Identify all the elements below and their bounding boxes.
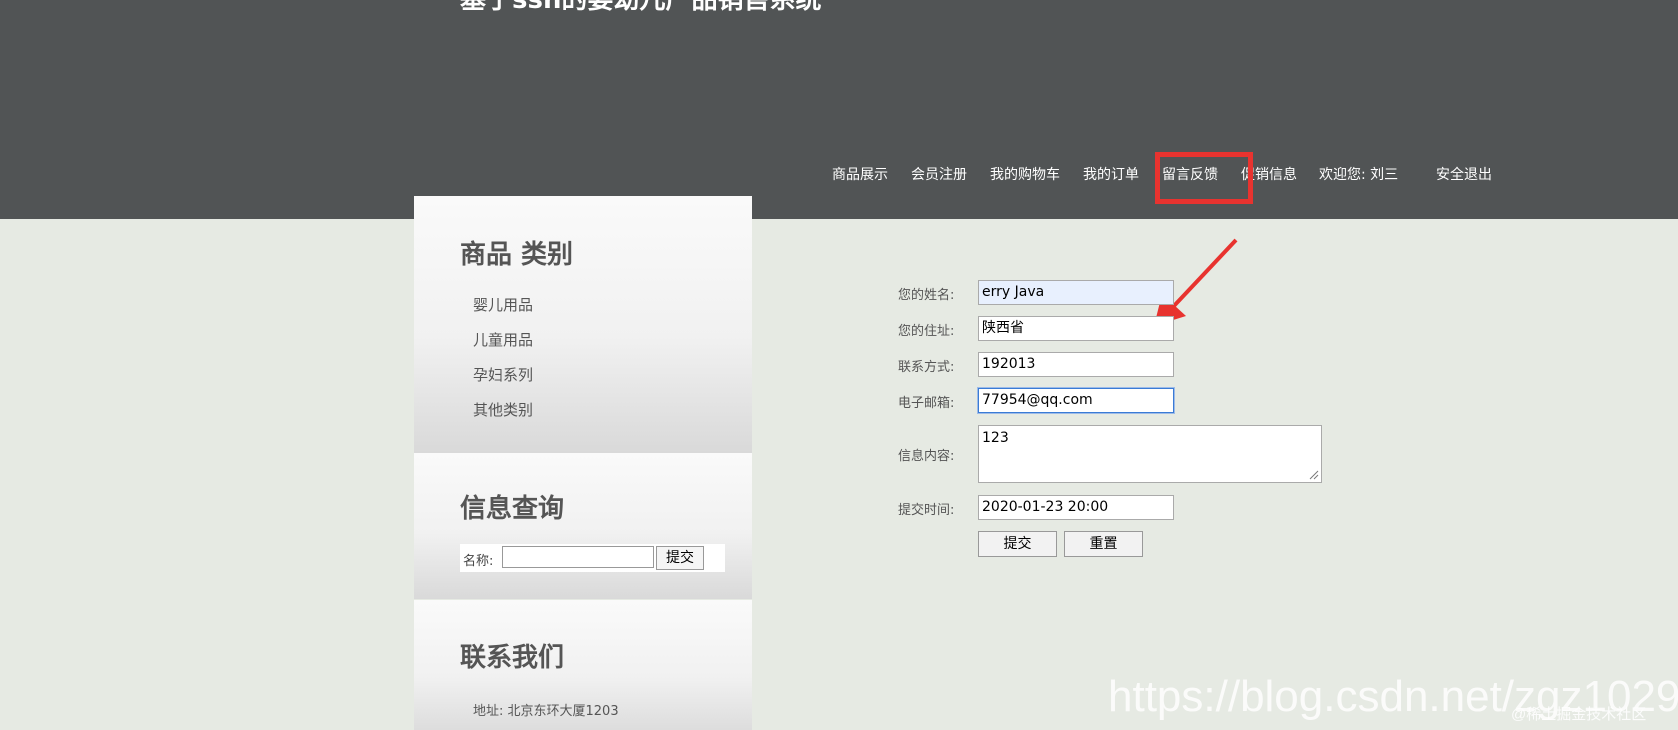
category-panel-title: 商品 类别 [460, 240, 574, 270]
resize-grip-icon[interactable] [1309, 470, 1319, 480]
site-header: 基于ssh的婴幼儿产品销售系统 商品展示 会员注册 我的购物车 我的订单 留言反… [0, 0, 1678, 219]
contact-panel-title: 联系我们 [460, 643, 565, 673]
address-input[interactable]: 陕西省 [978, 316, 1174, 341]
sidebar: 商品 类别 婴儿用品 儿童用品 孕妇系列 其他类别 信息查询 名称: 提交 联系… [414, 196, 752, 730]
nav-products[interactable]: 商品展示 [832, 164, 888, 186]
phone-label: 联系方式: [898, 360, 955, 375]
category-item-other[interactable]: 其他类别 [473, 399, 533, 420]
category-item-baby[interactable]: 婴儿用品 [473, 294, 533, 315]
phone-input[interactable]: 192013 [978, 352, 1174, 377]
submit-button[interactable]: 提交 [978, 531, 1057, 557]
annotation-highlight-box [1155, 152, 1253, 204]
watermark-community: @稀土掘金技术社区 [1511, 706, 1647, 723]
nav-register[interactable]: 会员注册 [911, 164, 967, 186]
email-label: 电子邮箱: [898, 396, 955, 411]
search-row: 名称: 提交 [460, 544, 725, 572]
address-label: 您的住址: [898, 324, 955, 339]
category-item-children[interactable]: 儿童用品 [473, 329, 533, 350]
name-label: 您的姓名: [898, 288, 955, 303]
main-nav: 商品展示 会员注册 我的购物车 我的订单 留言反馈 促销信息 欢迎您: 刘三 安… [0, 164, 1678, 186]
search-submit-button[interactable]: 提交 [656, 546, 704, 570]
search-label: 名称: [463, 554, 494, 569]
search-panel-title: 信息查询 [460, 494, 565, 524]
name-input[interactable]: erry Java [978, 280, 1174, 305]
site-title: 基于ssh的婴幼儿产品销售系统 [460, 0, 822, 15]
contact-address: 地址: 北京东环大厦1203 [473, 704, 619, 719]
content-text: 123 [982, 430, 1009, 446]
category-panel: 商品 类别 婴儿用品 儿童用品 孕妇系列 其他类别 [414, 196, 752, 453]
search-name-input[interactable] [502, 546, 654, 568]
welcome-user: 欢迎您: 刘三 [1319, 167, 1399, 183]
time-input[interactable]: 2020-01-23 20:00 [978, 495, 1174, 520]
contact-panel: 联系我们 地址: 北京东环大厦1203 [414, 600, 752, 730]
content-textarea[interactable]: 123 [978, 425, 1322, 483]
nav-logout[interactable]: 安全退出 [1436, 164, 1492, 186]
nav-orders[interactable]: 我的订单 [1083, 164, 1139, 186]
search-panel: 信息查询 [414, 453, 752, 599]
reset-button[interactable]: 重置 [1064, 531, 1143, 557]
nav-cart[interactable]: 我的购物车 [990, 164, 1060, 186]
email-input[interactable]: 77954@qq.com [978, 388, 1174, 413]
category-item-maternity[interactable]: 孕妇系列 [473, 364, 533, 385]
time-label: 提交时间: [898, 503, 955, 518]
content-label: 信息内容: [898, 449, 955, 464]
